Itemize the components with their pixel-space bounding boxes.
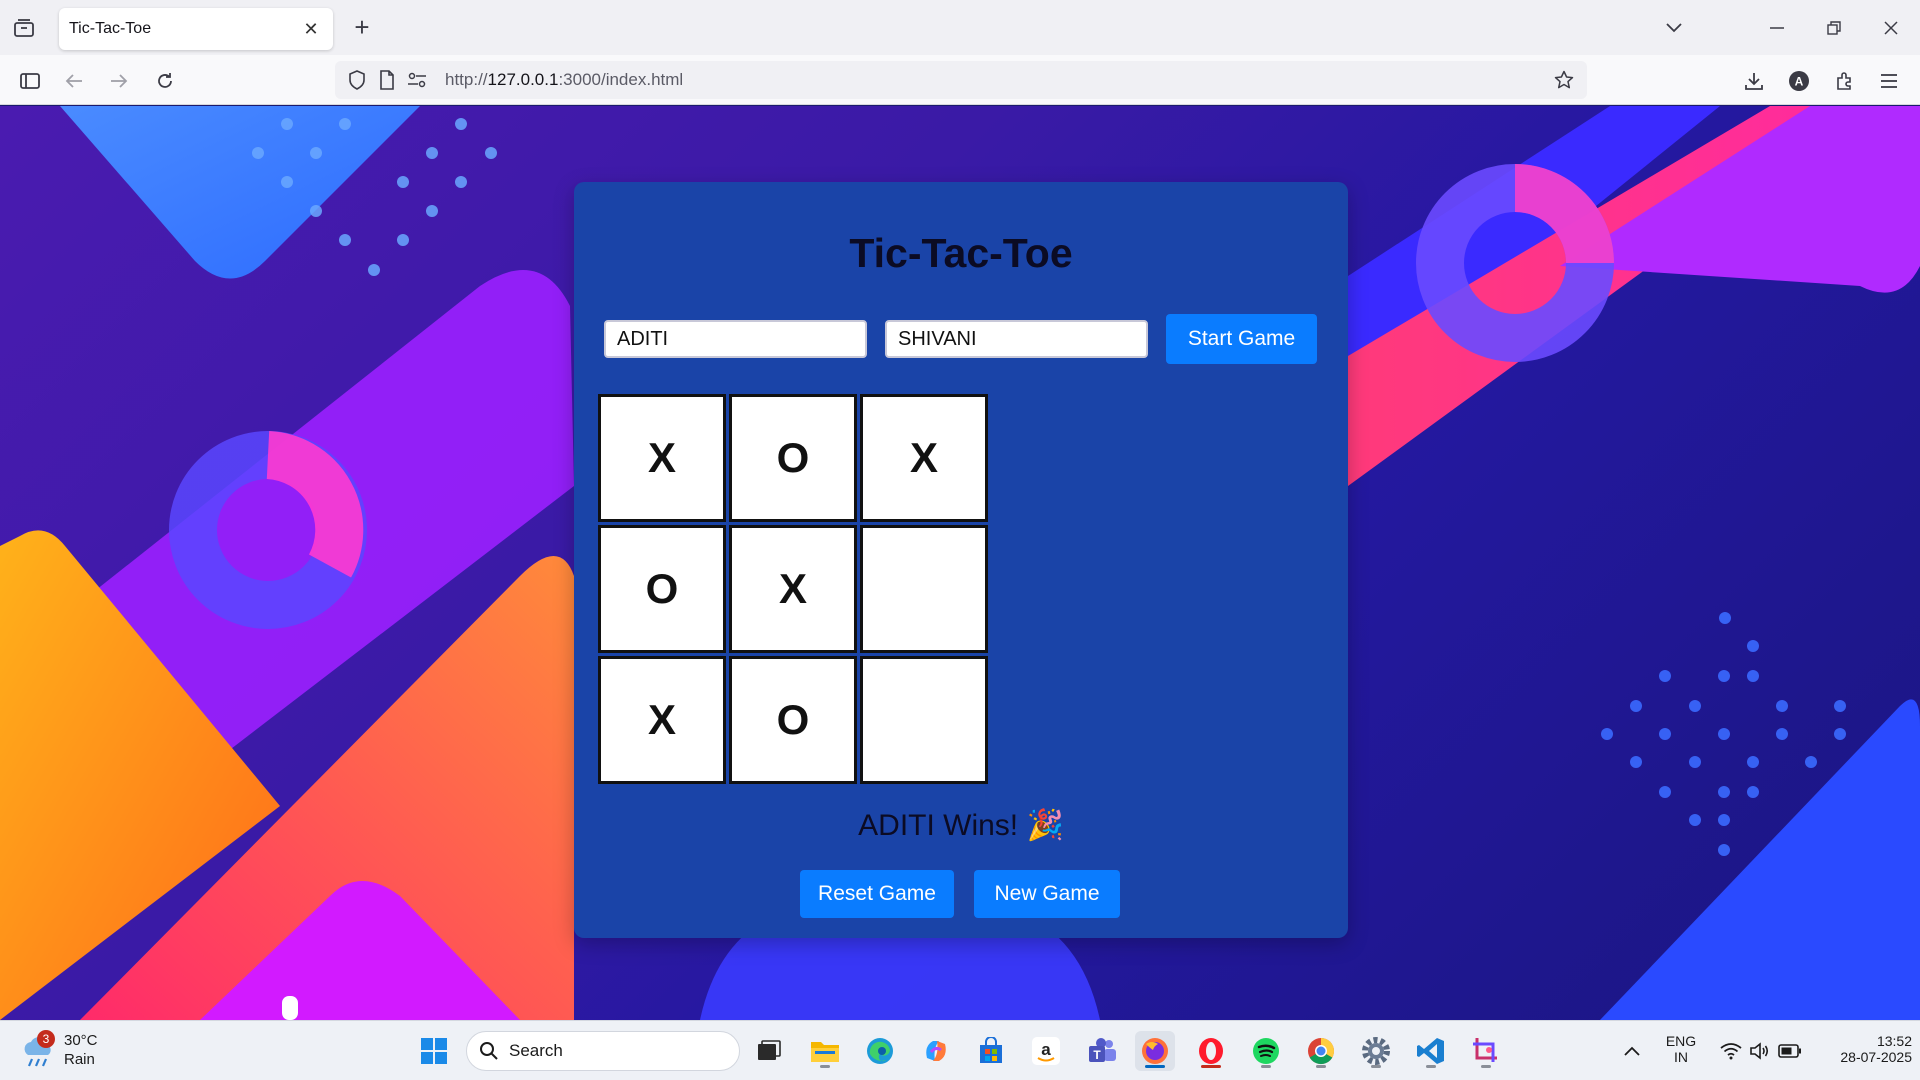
language-code: ENG bbox=[1665, 1033, 1697, 1049]
player2-name-input[interactable] bbox=[885, 320, 1148, 358]
browser-nav-bar: http://127.0.0.1:3000/index.html A bbox=[0, 55, 1920, 105]
extensions-icon[interactable] bbox=[1829, 65, 1861, 97]
new-game-button[interactable]: New Game bbox=[974, 870, 1120, 918]
battery-icon bbox=[1778, 1044, 1801, 1058]
url-host: 127.0.0.1 bbox=[487, 70, 559, 89]
teams-icon[interactable]: T bbox=[1082, 1031, 1122, 1071]
clock[interactable]: 13:52 28-07-2025 bbox=[1812, 1033, 1912, 1065]
snipping-tool-icon[interactable] bbox=[1466, 1031, 1506, 1071]
game-status-message: ADITI Wins! 🎉 bbox=[858, 809, 1064, 842]
copilot-icon[interactable] bbox=[916, 1031, 956, 1071]
firefox-icon[interactable] bbox=[1135, 1031, 1175, 1071]
board-cell[interactable] bbox=[860, 525, 988, 653]
bookmark-star-icon[interactable] bbox=[1549, 65, 1579, 95]
spotify-icon[interactable] bbox=[1246, 1031, 1286, 1071]
back-icon[interactable] bbox=[58, 65, 90, 97]
svg-text:a: a bbox=[1041, 1040, 1051, 1059]
file-explorer-icon[interactable] bbox=[805, 1031, 845, 1071]
language-indicator[interactable]: ENG IN bbox=[1664, 1033, 1698, 1065]
menu-icon[interactable] bbox=[1873, 65, 1905, 97]
running-indicator bbox=[1481, 1065, 1491, 1068]
board-cell[interactable]: X bbox=[598, 394, 726, 522]
region-code: IN bbox=[1674, 1049, 1688, 1065]
weather-description: Rain bbox=[64, 1051, 95, 1068]
show-hidden-icons-chevron-icon[interactable] bbox=[1612, 1031, 1652, 1071]
task-view-icon[interactable] bbox=[749, 1031, 789, 1071]
tab-overflow-chevron-icon[interactable] bbox=[1658, 12, 1690, 44]
running-indicator bbox=[1371, 1065, 1381, 1068]
store-icon[interactable] bbox=[971, 1031, 1011, 1071]
restore-icon[interactable] bbox=[1818, 12, 1850, 44]
edge-icon[interactable] bbox=[860, 1031, 900, 1071]
sidebar-toggle-icon[interactable] bbox=[14, 65, 46, 97]
url-bar[interactable]: http://127.0.0.1:3000/index.html bbox=[335, 61, 1587, 99]
browser-tab-bar: Tic-Tac-Toe ✕ + bbox=[0, 0, 1920, 55]
board-cell[interactable]: O bbox=[729, 656, 857, 784]
board-cell[interactable]: X bbox=[860, 394, 988, 522]
permissions-icon[interactable] bbox=[405, 68, 429, 92]
svg-text:T: T bbox=[1093, 1048, 1101, 1062]
board-cell[interactable]: O bbox=[598, 525, 726, 653]
minimize-icon[interactable] bbox=[1761, 12, 1793, 44]
page-viewport: Tic-Tac-Toe Start Game X O X O X X O ADI… bbox=[0, 106, 1920, 1020]
game-card: Tic-Tac-Toe Start Game X O X O X X O ADI… bbox=[574, 182, 1348, 938]
close-tab-icon[interactable]: ✕ bbox=[299, 17, 323, 41]
board-cell[interactable]: X bbox=[598, 656, 726, 784]
reset-game-button[interactable]: Reset Game bbox=[800, 870, 954, 918]
running-indicator bbox=[1316, 1065, 1326, 1068]
reload-icon[interactable] bbox=[149, 65, 181, 97]
weather-temperature: 30°C bbox=[64, 1032, 98, 1049]
taskbar-search-box[interactable]: Search bbox=[466, 1031, 740, 1071]
vscode-icon[interactable] bbox=[1411, 1031, 1451, 1071]
downloads-icon[interactable] bbox=[1738, 65, 1770, 97]
active-indicator bbox=[1145, 1065, 1165, 1068]
game-title: Tic-Tac-Toe bbox=[849, 230, 1073, 276]
search-icon bbox=[480, 1042, 498, 1060]
player1-name-input[interactable] bbox=[604, 320, 867, 358]
settings-icon[interactable] bbox=[1356, 1031, 1396, 1071]
amazon-icon[interactable]: a bbox=[1026, 1031, 1066, 1071]
tab-list-icon[interactable] bbox=[10, 14, 38, 42]
search-label: Search bbox=[509, 1041, 563, 1060]
account-avatar-icon[interactable]: A bbox=[1783, 65, 1815, 97]
url-text[interactable]: http://127.0.0.1:3000/index.html bbox=[445, 70, 1549, 90]
weather-widget[interactable]: 3 30°C Rain bbox=[20, 1030, 110, 1071]
running-indicator bbox=[1201, 1065, 1221, 1068]
url-scheme: http:// bbox=[445, 70, 488, 89]
start-game-button[interactable]: Start Game bbox=[1166, 314, 1317, 364]
browser-tab[interactable]: Tic-Tac-Toe ✕ bbox=[59, 8, 333, 50]
board-cell[interactable]: X bbox=[729, 525, 857, 653]
clock-date: 28-07-2025 bbox=[1840, 1049, 1912, 1065]
running-indicator bbox=[1426, 1065, 1436, 1068]
opera-icon[interactable] bbox=[1191, 1031, 1231, 1071]
new-tab-button[interactable]: + bbox=[348, 14, 376, 42]
system-tray-status[interactable] bbox=[1716, 1031, 1806, 1071]
close-window-icon[interactable] bbox=[1875, 12, 1907, 44]
clock-time: 13:52 bbox=[1876, 1033, 1912, 1049]
chrome-icon[interactable] bbox=[1301, 1031, 1341, 1071]
running-indicator bbox=[1261, 1065, 1271, 1068]
svg-text:A: A bbox=[1795, 75, 1804, 89]
tab-title: Tic-Tac-Toe bbox=[69, 20, 152, 37]
weather-alert-badge: 3 bbox=[37, 1030, 55, 1048]
forward-icon[interactable] bbox=[103, 65, 135, 97]
url-path: :3000/index.html bbox=[558, 70, 684, 89]
windows-taskbar: 3 30°C Rain Search a T ENG IN 13:52 28-0… bbox=[0, 1020, 1920, 1080]
volume-icon bbox=[1750, 1042, 1769, 1060]
start-icon[interactable] bbox=[414, 1031, 454, 1071]
board-cell[interactable] bbox=[860, 656, 988, 784]
game-board: X O X O X X O bbox=[598, 394, 992, 786]
running-indicator bbox=[820, 1065, 830, 1068]
wifi-icon bbox=[1720, 1043, 1742, 1060]
shield-icon[interactable] bbox=[345, 68, 369, 92]
board-cell[interactable]: O bbox=[729, 394, 857, 522]
page-icon[interactable] bbox=[375, 68, 399, 92]
